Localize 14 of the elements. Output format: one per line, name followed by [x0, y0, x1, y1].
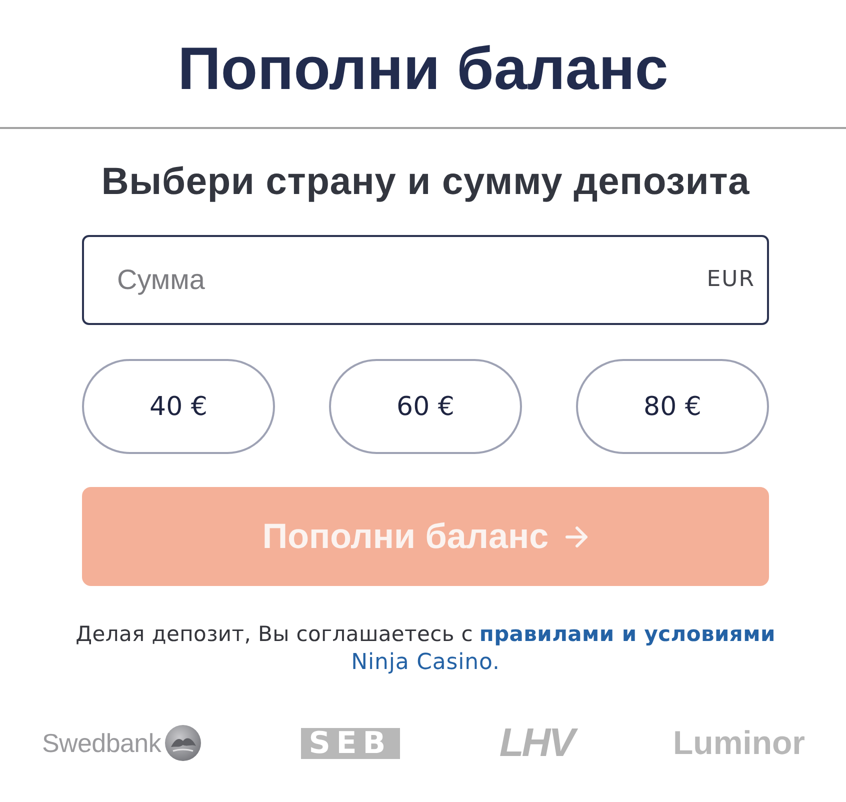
page-title: Пополни баланс [176, 39, 670, 99]
amount-chip[interactable]: 60 € [329, 359, 522, 454]
form-subtitle: Выбери страну и сумму депозита [100, 162, 751, 202]
terms-text: Делая депозит, Вы соглашаетесь с правилами и условиями Ninja Casino. [74, 621, 776, 677]
bank-logo: Swedbank [42, 728, 162, 758]
brand-link[interactable]: Ninja Casino. [351, 650, 500, 675]
bank-logo: SEB [300, 728, 400, 758]
arrow-right-icon [564, 526, 589, 548]
bank-logo: Luminor [673, 723, 805, 763]
amount-chip[interactable]: 40 € [82, 359, 275, 454]
currency-label: EUR [706, 267, 755, 293]
round-emblem-icon [165, 725, 202, 761]
terms-link[interactable]: правилами и условиями [479, 622, 776, 646]
amount-chip[interactable]: 80 € [576, 359, 769, 454]
